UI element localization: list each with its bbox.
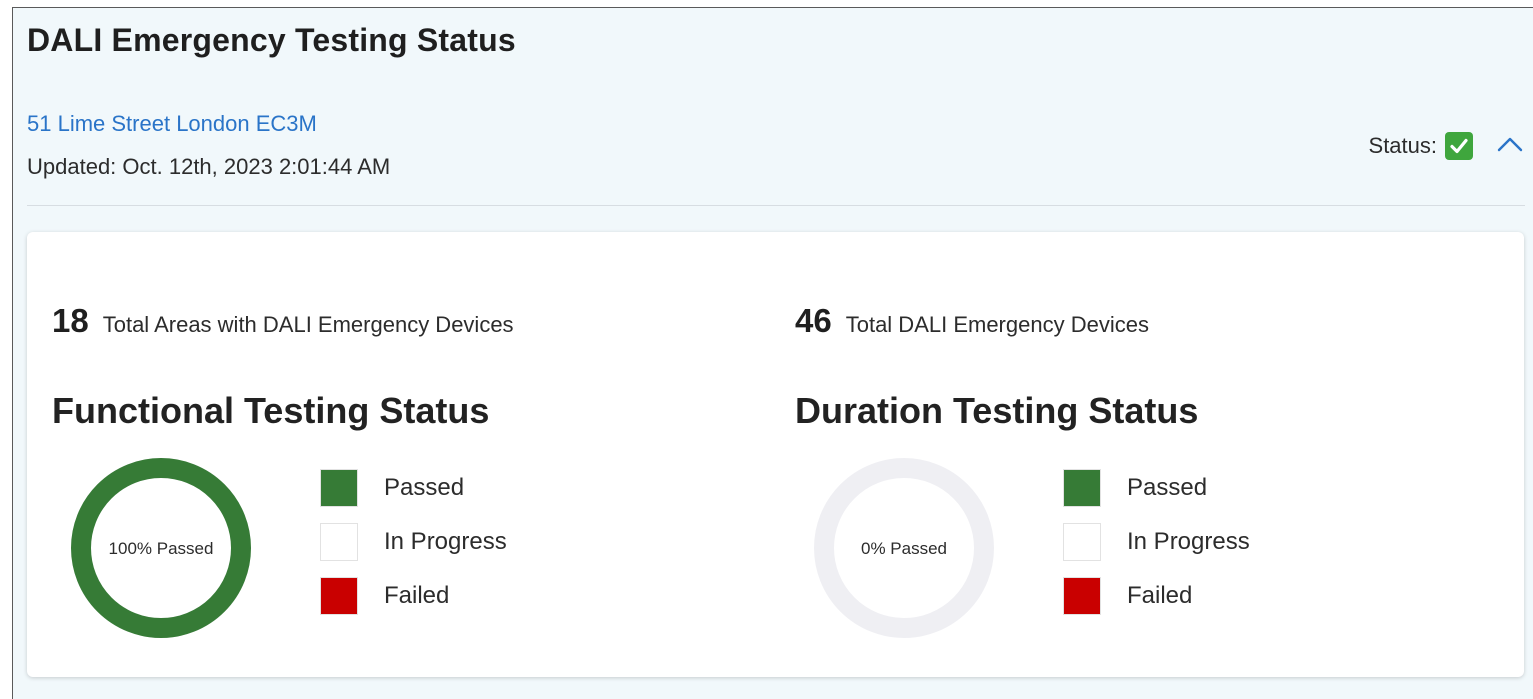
failed-swatch [320,576,358,615]
legend-label: Passed [1127,473,1208,501]
duration-testing-title: Duration Testing Status [795,390,1199,431]
areas-stat: 18 Total Areas with DALI Emergency Devic… [52,302,514,340]
passed-swatch [320,468,358,507]
functional-legend: Passed In Progress Failed [320,468,507,630]
legend-label: Passed [384,473,465,501]
donut-center-label: 0% Passed [861,539,947,558]
legend-item-failed: Failed [320,576,507,615]
donut-center-label: 100% Passed [109,539,214,558]
duration-donut-chart: 0% Passed [814,458,994,638]
page-title: DALI Emergency Testing Status [27,22,516,58]
status-indicator: Status: [1369,132,1473,160]
devices-count: 46 [795,302,832,339]
testing-summary-card: 18 Total Areas with DALI Emergency Devic… [27,232,1524,677]
devices-stat: 46 Total DALI Emergency Devices [795,302,1149,340]
legend-item-passed: Passed [320,468,507,507]
chevron-up-icon[interactable] [1495,130,1525,160]
updated-timestamp: Updated: Oct. 12th, 2023 2:01:44 AM [27,154,391,179]
check-box-icon [1445,132,1473,160]
functional-section: 18 Total Areas with DALI Emergency Devic… [27,232,767,677]
functional-testing-title: Functional Testing Status [52,390,490,431]
legend-item-in-progress: In Progress [320,522,507,561]
in-progress-swatch [320,522,358,561]
failed-swatch [1063,576,1101,615]
legend-item-passed: Passed [1063,468,1250,507]
header-divider [27,205,1525,206]
legend-item-failed: Failed [1063,576,1250,615]
legend-label: Failed [1127,581,1193,609]
status-label: Status: [1368,133,1437,158]
legend-item-in-progress: In Progress [1063,522,1250,561]
legend-label: Failed [384,581,450,609]
duration-section: 46 Total DALI Emergency Devices Duration… [770,232,1510,677]
areas-count-label: Total Areas with DALI Emergency Devices [102,312,514,337]
emergency-status-panel: DALI Emergency Testing Status 51 Lime St… [12,7,1533,699]
legend-label: In Progress [384,527,507,555]
devices-count-label: Total DALI Emergency Devices [845,312,1149,337]
in-progress-swatch [1063,522,1101,561]
passed-swatch [1063,468,1101,507]
functional-donut-chart: 100% Passed [71,458,251,638]
duration-legend: Passed In Progress Failed [1063,468,1250,630]
site-address-link[interactable]: 51 Lime Street London EC3M [27,111,317,137]
legend-label: In Progress [1127,527,1250,555]
areas-count: 18 [52,302,89,339]
